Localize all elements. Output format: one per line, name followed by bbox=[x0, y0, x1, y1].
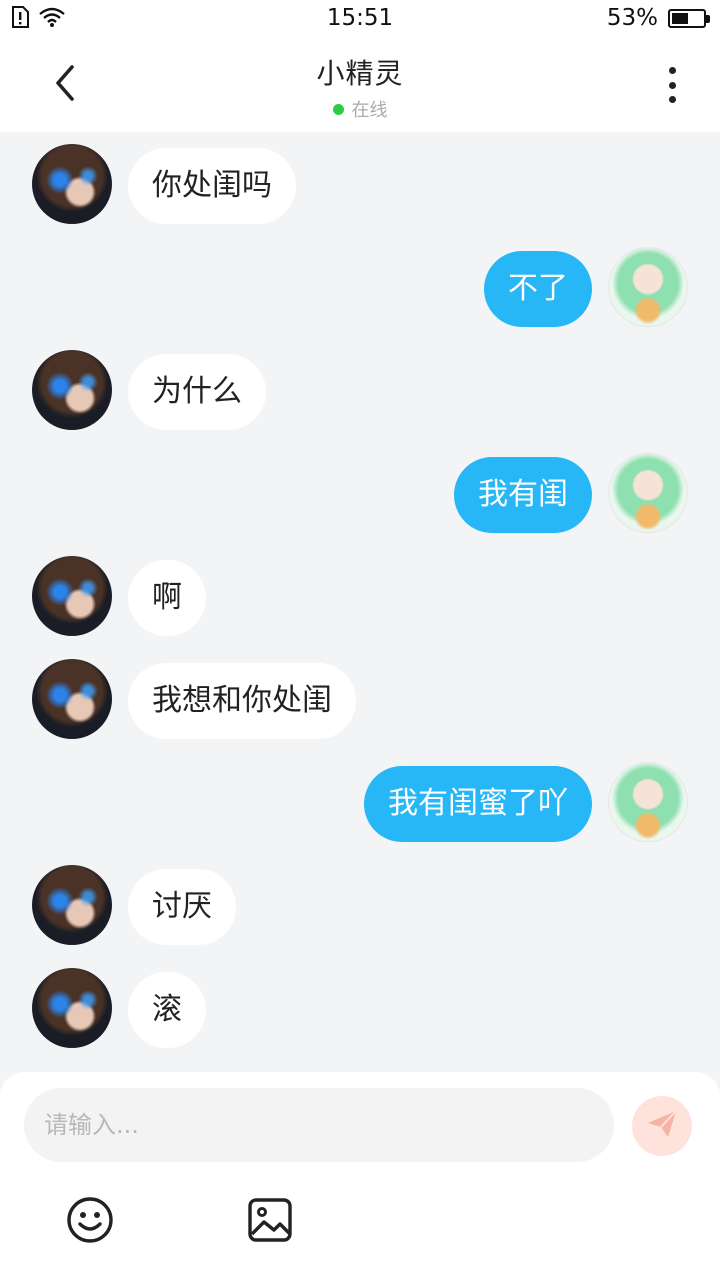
chat-header: 小精灵 在线 bbox=[0, 38, 720, 132]
chat-title: 小精灵 bbox=[316, 57, 404, 90]
image-button[interactable] bbox=[244, 1194, 296, 1246]
more-options-button[interactable] bbox=[652, 62, 692, 108]
contact-avatar[interactable] bbox=[32, 865, 112, 945]
message-list[interactable]: 你处闺吗 不了 为什么 我有闺 啊 我想和你处闺 我有闺蜜了吖 讨厌 滚 bbox=[0, 132, 720, 1072]
received-message-bubble[interactable]: 你处闺吗 bbox=[128, 148, 296, 224]
message-row: 你处闺吗 bbox=[0, 144, 720, 226]
sent-message-bubble[interactable]: 我有闺 bbox=[454, 457, 592, 533]
sent-message-bubble[interactable]: 不了 bbox=[484, 251, 592, 327]
emoji-icon bbox=[64, 1197, 116, 1250]
online-dot-icon bbox=[332, 103, 344, 115]
send-button[interactable] bbox=[632, 1096, 692, 1156]
message-row: 讨厌 bbox=[0, 865, 720, 947]
contact-avatar[interactable] bbox=[32, 144, 112, 224]
emoji-button[interactable] bbox=[64, 1194, 116, 1246]
received-message-bubble[interactable]: 讨厌 bbox=[128, 869, 236, 945]
battery-percent: 53% bbox=[606, 5, 658, 31]
battery-icon bbox=[668, 8, 710, 28]
message-row: 我有闺蜜了吖 bbox=[0, 762, 720, 844]
message-row: 我想和你处闺 bbox=[0, 659, 720, 741]
message-row: 啊 bbox=[0, 556, 720, 638]
received-message-bubble[interactable]: 为什么 bbox=[128, 354, 266, 430]
received-message-bubble[interactable]: 啊 bbox=[128, 560, 206, 636]
contact-avatar[interactable] bbox=[32, 350, 112, 430]
online-status-label: 在线 bbox=[351, 100, 388, 121]
received-message-bubble[interactable]: 滚 bbox=[128, 972, 206, 1048]
message-row: 滚 bbox=[0, 968, 720, 1050]
contact-avatar[interactable] bbox=[32, 659, 112, 739]
more-vertical-icon-dot bbox=[668, 67, 676, 74]
user-avatar[interactable] bbox=[608, 247, 688, 327]
message-row: 为什么 bbox=[0, 350, 720, 432]
contact-avatar[interactable] bbox=[32, 968, 112, 1048]
status-bar: 15:51 53% bbox=[0, 0, 720, 38]
message-row: 我有闺 bbox=[0, 453, 720, 535]
more-vertical-icon-dot bbox=[668, 96, 676, 103]
input-panel bbox=[0, 1072, 720, 1280]
status-icons-right: 53% bbox=[606, 5, 710, 31]
sent-message-bubble[interactable]: 我有闺蜜了吖 bbox=[364, 766, 592, 842]
message-row: 不了 bbox=[0, 247, 720, 329]
contact-avatar[interactable] bbox=[32, 556, 112, 636]
user-avatar[interactable] bbox=[608, 762, 688, 842]
chat-title-block: 小精灵 在线 bbox=[0, 52, 720, 122]
online-status: 在线 bbox=[0, 96, 720, 122]
image-icon bbox=[244, 1198, 296, 1250]
message-input[interactable] bbox=[24, 1088, 614, 1162]
user-avatar[interactable] bbox=[608, 453, 688, 533]
received-message-bubble[interactable]: 我想和你处闺 bbox=[128, 663, 356, 739]
send-icon bbox=[645, 1107, 679, 1145]
more-vertical-icon-dot bbox=[668, 81, 676, 89]
